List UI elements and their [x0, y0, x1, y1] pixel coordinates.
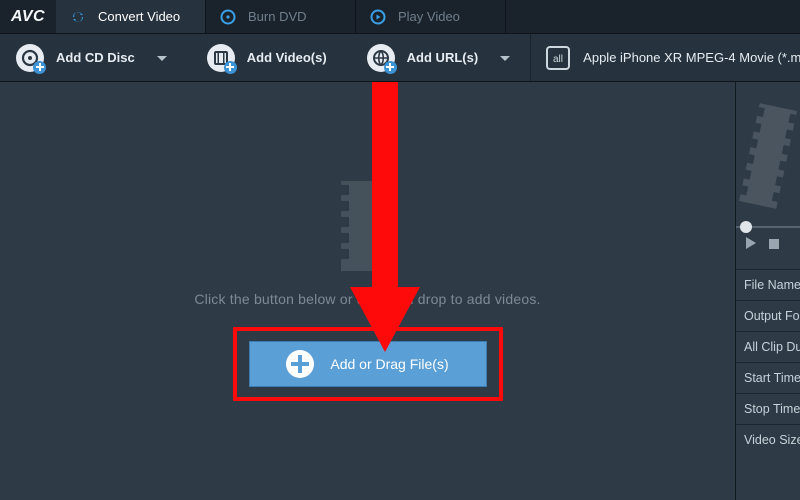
stop-icon [768, 238, 780, 250]
meta-file-name: File Name [736, 270, 800, 300]
button-label: Add Video(s) [247, 50, 327, 65]
slider-thumb-icon [740, 221, 752, 233]
meta-output-format: Output Fo [736, 301, 800, 331]
film-plus-icon [207, 44, 235, 72]
meta-video-size: Video Size [736, 425, 800, 455]
disc-icon [220, 9, 236, 25]
meta-stop-time: Stop Time [736, 394, 800, 424]
meta-start-time: Start Time [736, 363, 800, 393]
drop-hint-text: Click the button below or drag and drop … [194, 291, 540, 307]
chevron-down-icon [157, 49, 167, 67]
preview-seek-slider[interactable] [736, 226, 800, 228]
tab-label: Play Video [398, 9, 460, 24]
meta-clip-duration: All Clip Du [736, 332, 800, 362]
chevron-down-icon [500, 49, 510, 67]
svg-text:all: all [553, 54, 563, 65]
preview-play-button[interactable] [744, 236, 758, 255]
play-circle-icon [370, 9, 386, 25]
module-tab-bar: AVC Convert Video Burn DVD Play Video [0, 0, 800, 34]
tab-burn-dvd[interactable]: Burn DVD [206, 0, 356, 33]
output-profile-selector[interactable]: all Apple iPhone XR MPEG-4 Movie (*.m [530, 34, 800, 81]
button-label: Add or Drag File(s) [330, 356, 448, 372]
button-label: Add URL(s) [407, 50, 479, 65]
profile-list-icon: all [545, 45, 571, 71]
tab-label: Burn DVD [248, 9, 307, 24]
refresh-icon [70, 9, 86, 25]
preview-panel: File Name Output Fo All Clip Du Start Ti… [736, 82, 800, 500]
preview-stop-button[interactable] [768, 237, 780, 255]
add-cd-disc-button[interactable]: Add CD Disc [6, 38, 177, 78]
film-strip-icon [333, 181, 403, 271]
app-logo: AVC [0, 0, 56, 33]
toolbar: Add CD Disc Add Video(s) Add URL(s) [0, 34, 800, 82]
annotation-highlight-box: Add or Drag File(s) [233, 327, 503, 401]
tab-convert-video[interactable]: Convert Video [56, 0, 206, 33]
add-urls-button[interactable]: Add URL(s) [357, 38, 521, 78]
tab-label: Convert Video [98, 9, 180, 24]
tab-play-video[interactable]: Play Video [356, 0, 506, 33]
drop-zone[interactable]: Click the button below or drag and drop … [0, 82, 736, 500]
film-strip-icon [735, 102, 800, 209]
globe-plus-icon [367, 44, 395, 72]
add-videos-button[interactable]: Add Video(s) [197, 38, 337, 78]
plus-circle-icon [286, 350, 314, 378]
profile-label: Apple iPhone XR MPEG-4 Movie (*.m [583, 50, 800, 65]
play-icon [744, 236, 758, 250]
disc-plus-icon [16, 44, 44, 72]
button-label: Add CD Disc [56, 50, 135, 65]
add-or-drag-files-button[interactable]: Add or Drag File(s) [249, 341, 487, 387]
